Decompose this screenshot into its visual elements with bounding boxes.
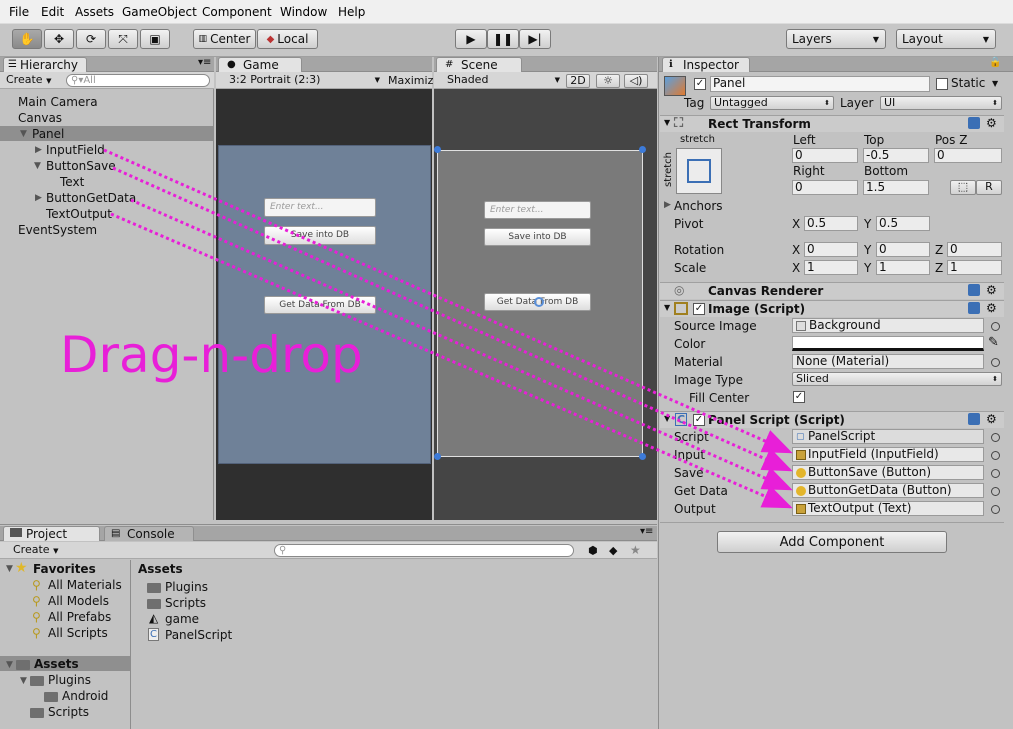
arrow-inputfield xyxy=(103,148,793,454)
arrow-buttonsave xyxy=(112,166,793,472)
drag-arrows-overlay xyxy=(103,148,793,509)
arrow-buttongetdata xyxy=(130,198,793,491)
arrow-textoutput xyxy=(110,212,793,509)
